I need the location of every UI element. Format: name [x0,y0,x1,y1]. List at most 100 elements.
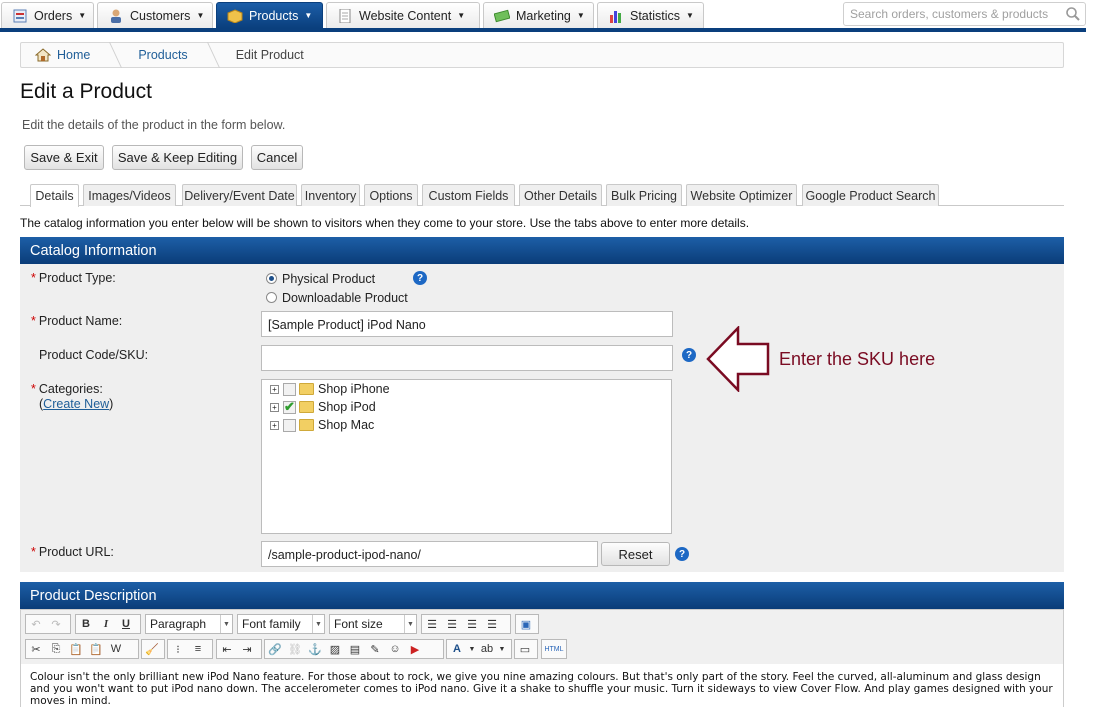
help-icon[interactable]: ? [675,547,689,561]
required-marker: * [31,314,36,328]
nav-tab-label: Orders [34,8,73,23]
html-source-button[interactable]: HTML [542,640,566,658]
downloadable-product-radio[interactable] [266,292,277,303]
cancel-button[interactable]: Cancel [251,145,303,170]
justify-icon[interactable]: ☰ [482,615,502,633]
category-label: Shop iPhone [318,382,390,396]
nav-tab-products[interactable]: Products ▼ [216,2,323,28]
category-checkbox[interactable] [283,418,296,432]
tab-delivery-event-date[interactable]: Delivery/Event Date [182,184,297,206]
create-new-link[interactable]: Create New [43,397,109,411]
fullscreen-icon[interactable]: ▣ [516,615,536,633]
product-url-input[interactable]: /sample-product-ipod-nano/ [261,541,598,567]
save-exit-button[interactable]: Save & Exit [24,145,104,170]
nav-tab-statistics[interactable]: Statistics ▼ [597,2,704,28]
tab-images-videos[interactable]: Images/Videos [83,184,176,206]
nav-tab-label: Products [249,8,299,23]
product-url-label: * Product URL: [31,545,114,559]
help-icon[interactable]: ? [413,271,427,285]
product-tabs: Details Images/Videos Delivery/Event Dat… [20,184,1064,207]
format-group: B I U [75,614,141,634]
category-item[interactable]: + Shop Mac [270,417,374,433]
expand-icon[interactable]: + [270,420,279,430]
downloadable-product-label: Downloadable Product [282,291,408,305]
horizontal-rule-icon[interactable]: ▭ [515,640,535,658]
search-input[interactable]: Search orders, customers & products [843,2,1086,26]
paste-icon[interactable]: 📋 [66,640,86,658]
align-center-icon[interactable]: ☰ [442,615,462,633]
indent-icon[interactable]: ⇥ [237,640,257,658]
nav-tab-customers[interactable]: Customers ▼ [97,2,213,28]
chevron-down-icon[interactable]: ▼ [497,640,507,658]
copy-icon[interactable]: ⎘ [46,640,66,658]
bold-icon[interactable]: B [76,615,96,633]
tab-options[interactable]: Options [364,184,418,206]
category-label: Shop Mac [318,418,375,432]
redo-icon[interactable]: ↷ [46,615,66,633]
categories-tree: + Shop iPhone + Shop iPod + Shop Mac [261,379,672,534]
outdent-icon[interactable]: ⇤ [217,640,237,658]
search-icon[interactable] [1065,6,1081,22]
image-icon[interactable]: ▨ [325,640,345,658]
bullet-list-icon[interactable]: ⁝ [168,640,188,658]
nav-tab-website-content[interactable]: Website Content ▼ [326,2,480,28]
nav-tab-marketing[interactable]: Marketing ▼ [483,2,594,28]
italic-icon[interactable]: I [96,615,116,633]
text-color-icon[interactable]: A [447,640,467,658]
reset-button[interactable]: Reset [601,542,670,566]
help-icon[interactable]: ? [682,348,696,362]
sku-label: Product Code/SKU: [39,348,149,362]
product-name-input[interactable]: [Sample Product] iPod Nano [261,311,673,337]
physical-product-radio[interactable] [266,273,277,284]
cut-icon[interactable]: ✂ [26,640,46,658]
product-type-label: * Product Type: [31,271,116,285]
nav-tab-orders[interactable]: Orders ▼ [1,2,94,28]
edit-icon[interactable]: ✎ [365,640,385,658]
marketing-icon [493,9,511,23]
tab-bulk-pricing[interactable]: Bulk Pricing [606,184,682,206]
underline-icon[interactable]: U [116,615,136,633]
numbered-list-icon[interactable]: ≡ [188,640,208,658]
align-left-icon[interactable]: ☰ [422,615,442,633]
statistics-icon [608,9,624,23]
save-keep-editing-button[interactable]: Save & Keep Editing [112,145,243,170]
font-size-select[interactable]: Font size ▼ [329,614,417,634]
products-icon [227,8,243,24]
emoticon-icon[interactable]: ☺ [385,640,405,658]
tab-custom-fields[interactable]: Custom Fields [422,184,515,206]
folder-icon [299,401,314,413]
align-right-icon[interactable]: ☰ [462,615,482,633]
chevron-down-icon: ▼ [78,11,87,20]
description-content[interactable]: Colour isn't the only brilliant new iPod… [21,664,1063,707]
spellcheck-icon[interactable]: ab [477,640,497,658]
tab-inventory[interactable]: Inventory [301,184,360,206]
expand-icon[interactable]: + [270,402,279,412]
chevron-down-icon[interactable]: ▼ [467,640,477,658]
expand-icon[interactable]: + [270,384,279,394]
media-icon[interactable]: ▤ [345,640,365,658]
indent-group: ⇤ ⇥ [216,639,262,659]
paste-text-icon[interactable]: 📋 [86,640,106,658]
tab-website-optimizer[interactable]: Website Optimizer [686,184,797,206]
paragraph-select[interactable]: Paragraph ▼ [145,614,233,634]
category-checkbox[interactable] [283,382,296,396]
category-item[interactable]: + Shop iPod [270,399,376,415]
youtube-icon[interactable]: ▶ [405,640,425,658]
cleanup-icon[interactable]: 🧹 [142,640,162,658]
tab-details[interactable]: Details [30,184,79,207]
tab-google-product-search[interactable]: Google Product Search [802,184,939,206]
breadcrumb-products[interactable]: Products [124,48,201,62]
breadcrumb-home[interactable]: Home [21,48,104,62]
font-family-select[interactable]: Font family ▼ [237,614,325,634]
category-checkbox[interactable] [283,399,296,415]
undo-icon[interactable]: ↶ [26,615,46,633]
paste-word-icon[interactable]: W [106,640,126,658]
link-icon[interactable]: 🔗 [265,640,285,658]
chevron-down-icon: ▼ [404,615,416,633]
category-item[interactable]: + Shop iPhone [270,381,390,397]
sku-input[interactable] [261,345,673,371]
unlink-icon[interactable]: ⛓ [285,640,305,658]
anchor-icon[interactable]: ⚓ [305,640,325,658]
tab-other-details[interactable]: Other Details [519,184,602,206]
chevron-down-icon: ▼ [686,11,694,20]
